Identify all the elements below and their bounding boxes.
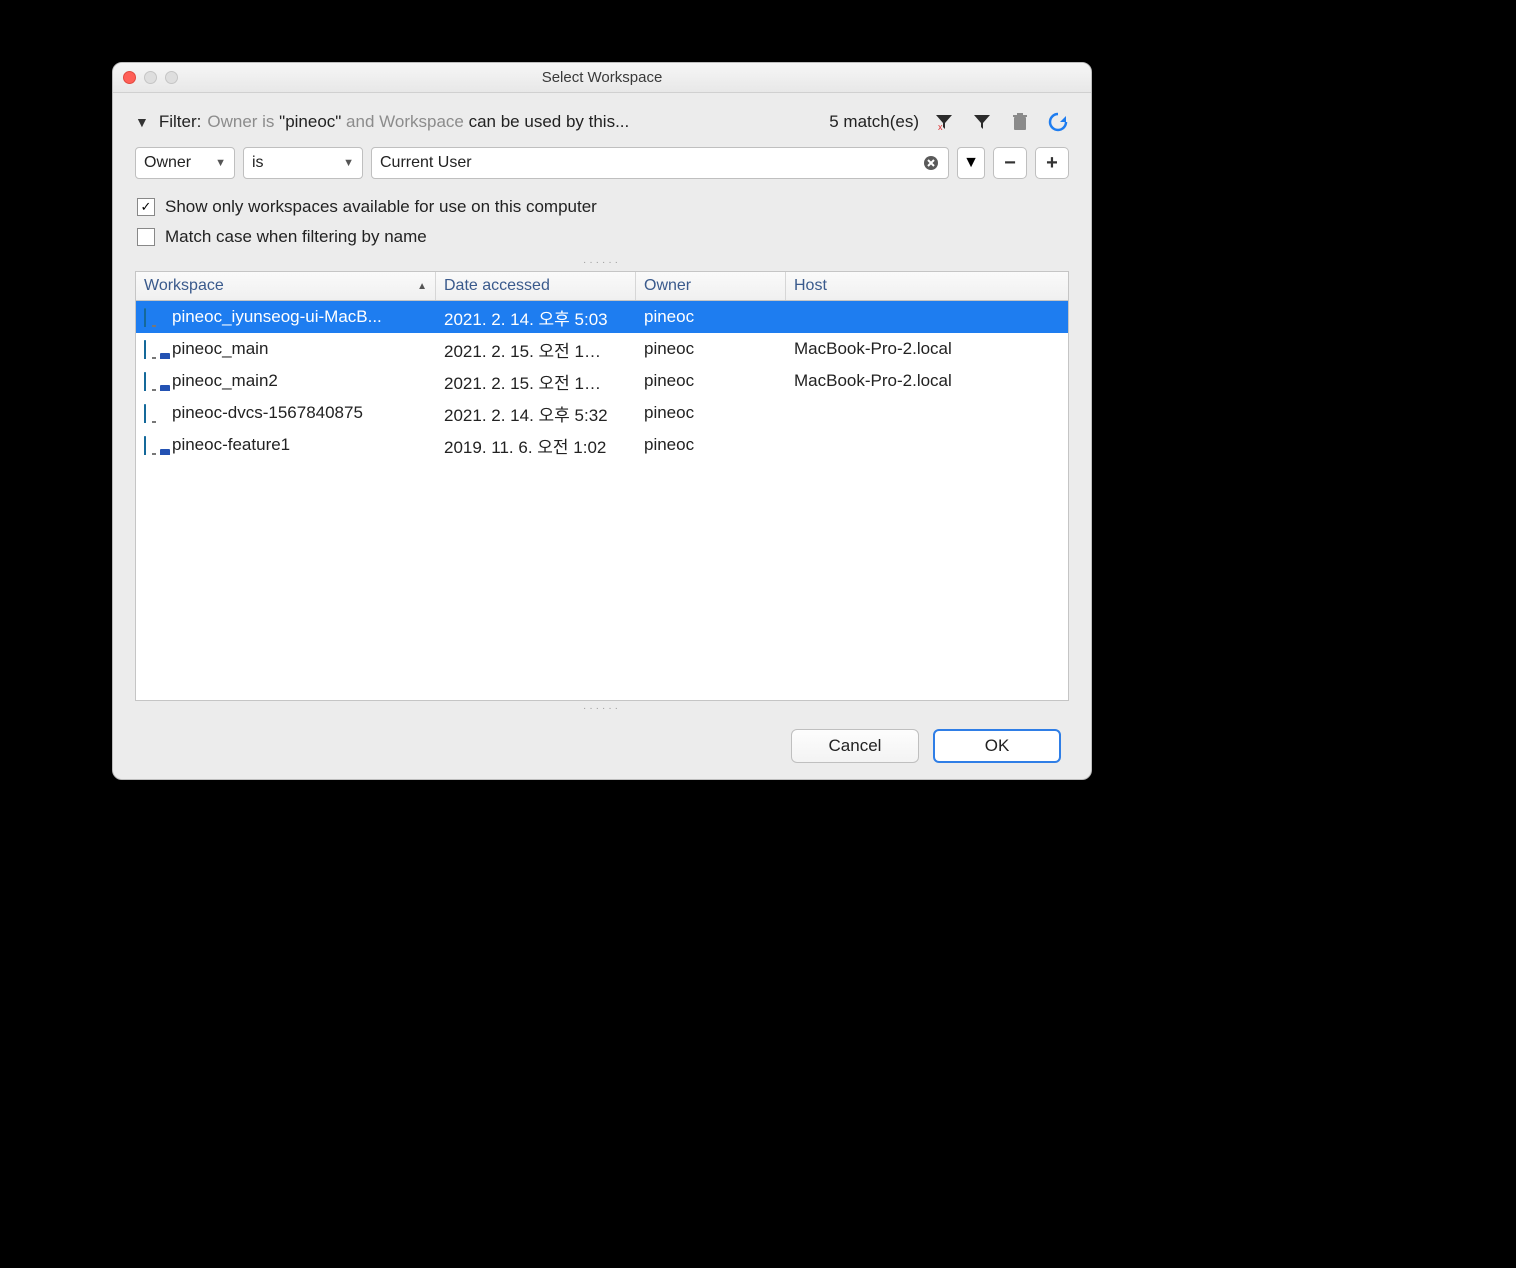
titlebar[interactable]: Select Workspace xyxy=(113,63,1091,93)
match-case-checkbox-row: Match case when filtering by name xyxy=(137,227,1069,247)
owner: pineoc xyxy=(636,371,786,391)
chevron-down-icon: ▼ xyxy=(215,157,226,169)
date-accessed: 2021. 2. 14. 오후 5:03 xyxy=(436,305,636,330)
owner: pineoc xyxy=(636,307,786,327)
table-row[interactable]: pineoc_main 2021. 2. 15. 오전 1…pineocMacBo… xyxy=(136,333,1068,365)
chevron-down-icon: ▼ xyxy=(343,157,354,169)
close-window-button[interactable] xyxy=(123,71,136,84)
dialog-content: ▼ Filter: Owner is "pineoc" and Workspac… xyxy=(113,93,1091,779)
table-row[interactable]: pineoc-dvcs-1567840875 2021. 2. 14. 오후 5:… xyxy=(136,397,1068,429)
match-count: 5 match(es) xyxy=(829,112,919,132)
workspace-icon xyxy=(144,437,166,453)
splitter-handle-bottom[interactable]: ······ xyxy=(135,703,1069,711)
filter-icon[interactable] xyxy=(971,111,993,133)
remove-condition-button[interactable]: − xyxy=(993,147,1027,179)
clear-input-icon[interactable] xyxy=(922,154,940,172)
date-accessed: 2021. 2. 15. 오전 1… xyxy=(436,369,636,394)
window-title: Select Workspace xyxy=(542,69,663,86)
column-header-host[interactable]: Host xyxy=(786,272,1068,300)
date-accessed: 2019. 11. 6. 오전 1:02 xyxy=(436,433,636,458)
filter-value-history-dropdown[interactable]: ▼ xyxy=(957,147,985,179)
date-accessed: 2021. 2. 14. 오후 5:32 xyxy=(436,401,636,426)
window-controls xyxy=(123,71,178,84)
add-condition-button[interactable]: + xyxy=(1035,147,1069,179)
zoom-window-button[interactable] xyxy=(165,71,178,84)
filter-condition-row: Owner▼ is▼ Current User ▼ − + xyxy=(135,147,1069,179)
workspace-name: pineoc_main xyxy=(172,339,268,359)
filter-disclosure-icon[interactable]: ▼ xyxy=(135,114,149,130)
show-only-available-label: Show only workspaces available for use o… xyxy=(165,197,597,217)
workspace-name: pineoc_iyunseog-ui-MacB... xyxy=(172,307,382,327)
filter-value-input[interactable]: Current User xyxy=(371,147,949,179)
refresh-icon[interactable] xyxy=(1047,111,1069,133)
clear-filter-icon[interactable]: x xyxy=(933,111,955,133)
owner: pineoc xyxy=(636,435,786,455)
minimize-window-button[interactable] xyxy=(144,71,157,84)
workspace-name: pineoc-dvcs-1567840875 xyxy=(172,403,363,423)
svg-text:x: x xyxy=(938,122,943,132)
workspace-icon xyxy=(144,373,166,389)
filter-toolbar: x xyxy=(933,111,1069,133)
table-header: Workspace ▲ Date accessed Owner Host xyxy=(136,272,1068,301)
host: MacBook-Pro-2.local xyxy=(786,371,1068,391)
workspace-icon xyxy=(144,309,166,325)
date-accessed: 2021. 2. 15. 오전 1… xyxy=(436,337,636,362)
column-header-workspace[interactable]: Workspace ▲ xyxy=(136,272,436,300)
match-case-label: Match case when filtering by name xyxy=(165,227,427,247)
column-header-date[interactable]: Date accessed xyxy=(436,272,636,300)
workspace-name: pineoc_main2 xyxy=(172,371,278,391)
filter-field-select[interactable]: Owner▼ xyxy=(135,147,235,179)
owner: pineoc xyxy=(636,403,786,423)
table-row[interactable]: pineoc_iyunseog-ui-MacB... 2021. 2. 14. 오… xyxy=(136,301,1068,333)
filter-summary-row: ▼ Filter: Owner is "pineoc" and Workspac… xyxy=(135,111,1069,133)
trash-icon[interactable] xyxy=(1009,111,1031,133)
table-row[interactable]: pineoc-feature1 2019. 11. 6. 오전 1:02pineo… xyxy=(136,429,1068,461)
show-only-available-checkbox-row: Show only workspaces available for use o… xyxy=(137,197,1069,217)
splitter-handle[interactable]: ······ xyxy=(135,257,1069,267)
chevron-down-icon: ▼ xyxy=(963,154,979,172)
filter-label: Filter: xyxy=(159,112,202,132)
workspace-icon xyxy=(144,341,166,357)
host: MacBook-Pro-2.local xyxy=(786,339,1068,359)
workspace-name: pineoc-feature1 xyxy=(172,435,290,455)
owner: pineoc xyxy=(636,339,786,359)
workspace-icon xyxy=(144,405,166,421)
filter-summary: Owner is "pineoc" and Workspace can be u… xyxy=(207,112,629,132)
dialog-footer: Cancel OK xyxy=(135,717,1069,765)
table-row[interactable]: pineoc_main2 2021. 2. 15. 오전 1…pineocMacB… xyxy=(136,365,1068,397)
match-case-checkbox[interactable] xyxy=(137,228,155,246)
workspace-table: Workspace ▲ Date accessed Owner Host pin… xyxy=(135,271,1069,701)
show-only-available-checkbox[interactable] xyxy=(137,198,155,216)
ok-button[interactable]: OK xyxy=(933,729,1061,763)
table-body: pineoc_iyunseog-ui-MacB... 2021. 2. 14. 오… xyxy=(136,301,1068,700)
window: Select Workspace ▼ Filter: Owner is "pin… xyxy=(112,62,1092,780)
cancel-button[interactable]: Cancel xyxy=(791,729,919,763)
filter-operator-select[interactable]: is▼ xyxy=(243,147,363,179)
sort-ascending-icon: ▲ xyxy=(417,281,427,292)
column-header-owner[interactable]: Owner xyxy=(636,272,786,300)
